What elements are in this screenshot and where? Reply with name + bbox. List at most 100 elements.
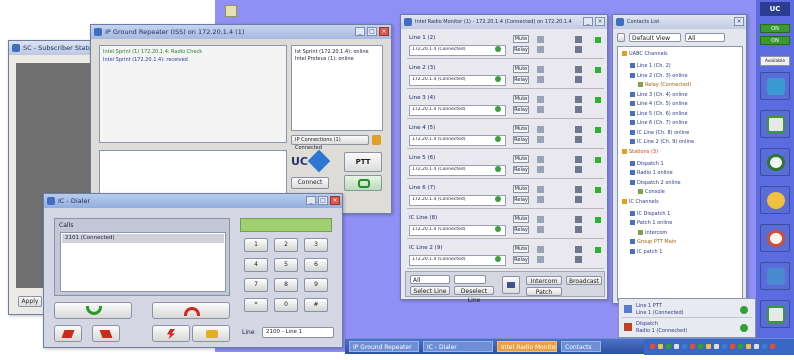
intercom-button[interactable]: Intercom <box>526 276 562 285</box>
line-row[interactable]: Line 3 (4) 172.20.1.4 (Connected) Mute Rela… <box>407 93 604 119</box>
tree-item[interactable]: Stations (3) <box>622 148 658 155</box>
hold-button[interactable] <box>92 325 120 342</box>
close-icon[interactable]: × <box>379 27 389 36</box>
speaker-icon[interactable] <box>537 196 544 203</box>
status-badge[interactable]: ON <box>760 36 790 45</box>
relay-button[interactable]: Relay <box>513 196 529 204</box>
keypad-key-8[interactable]: 8 <box>274 278 298 292</box>
line-detail-field[interactable]: 172.20.1.4 (Connected) <box>409 105 506 116</box>
patch-icon[interactable] <box>575 196 582 203</box>
mute-button[interactable]: Mute <box>513 245 529 253</box>
tray-icon[interactable] <box>722 344 727 349</box>
hangup-button[interactable] <box>152 302 230 319</box>
taskbar-item[interactable]: IP Ground Repeater <box>349 341 419 352</box>
speaker-icon[interactable] <box>537 136 544 143</box>
home-icon[interactable] <box>617 33 625 42</box>
line-row[interactable]: Line 4 (5) 172.20.1.4 (Connected) Mute Rela… <box>407 123 604 149</box>
select-line-button[interactable]: Select Line <box>410 286 450 295</box>
tray-icon[interactable] <box>738 344 743 349</box>
relay-button[interactable]: Relay <box>513 226 529 234</box>
taskbar-item[interactable]: Contacts <box>561 341 601 352</box>
keypad-key-1[interactable]: 1 <box>244 238 268 252</box>
select-icon[interactable] <box>575 186 582 193</box>
apply-button[interactable]: Apply <box>18 296 42 307</box>
contacts-window-title[interactable]: Contacts List <box>613 15 746 29</box>
tree-item[interactable]: IC Dispatch 1 <box>630 210 670 217</box>
broadcast-button[interactable]: Broadcast <box>566 276 602 285</box>
minimize-icon[interactable]: _ <box>306 196 316 205</box>
tree-item[interactable]: IC Line 2 (Ch. 9) online <box>630 139 694 145</box>
keypad-key-9[interactable]: 9 <box>304 278 328 292</box>
tree-item[interactable]: Radio 1 online <box>630 170 673 176</box>
select-icon[interactable] <box>575 156 582 163</box>
speaker-icon[interactable] <box>537 106 544 113</box>
tray-icon[interactable] <box>698 344 703 349</box>
tree-item[interactable]: Line 4 (Ch. 5) online <box>630 101 688 107</box>
line-row[interactable]: Line 1 (2) 172.20.1.4 (Connected) Mute Rela… <box>407 33 604 59</box>
maximize-icon[interactable]: □ <box>367 27 377 36</box>
line-detail-field[interactable]: 172.20.1.4 (Connected) <box>409 195 506 206</box>
taskbar-item[interactable]: IC - Dialer <box>423 341 493 352</box>
tree-item[interactable]: Patch 1 online <box>630 220 672 226</box>
mute-button[interactable]: Mute <box>513 185 529 193</box>
patch-icon[interactable] <box>575 226 582 233</box>
patch-text-button[interactable]: Patch <box>526 287 562 296</box>
conference-button[interactable] <box>192 325 230 342</box>
line-row[interactable]: Line 5 (6) 172.20.1.4 (Connected) Mute Rela… <box>407 153 604 179</box>
tree-item[interactable]: Line 3 (Ch. 4) online <box>630 91 688 98</box>
radio-monitor-title[interactable]: Intel Radio Monitor (1) - 172.20.1.4 (Co… <box>401 15 607 29</box>
taskbar-item-active[interactable]: Intel Radio Monitor <box>497 341 557 352</box>
select-icon[interactable] <box>575 246 582 253</box>
keypad-key-6[interactable]: 6 <box>304 258 328 272</box>
notification-item[interactable]: Line 1 PTT Line 1 (Connected) <box>622 302 752 318</box>
participant-list[interactable]: Ist Sprint (172.20.1.4): online Intel Pr… <box>291 45 383 131</box>
select-icon[interactable] <box>575 66 582 73</box>
tray-icon[interactable] <box>754 344 759 349</box>
ptt-button[interactable]: PTT <box>344 152 382 172</box>
keypad-key-star[interactable]: * <box>244 298 268 312</box>
close-icon[interactable]: × <box>595 17 605 26</box>
select-icon[interactable] <box>575 216 582 223</box>
tray-icon[interactable] <box>658 344 663 349</box>
speaker-icon[interactable] <box>537 46 544 53</box>
tree-item[interactable]: Dispatch 1 <box>630 160 664 167</box>
relay-button[interactable]: Relay <box>513 76 529 84</box>
tray-icon[interactable] <box>682 344 687 349</box>
transfer-button[interactable] <box>54 325 82 342</box>
volume-icon[interactable] <box>537 216 544 223</box>
tree-item[interactable]: Line 6 (Ch. 7) online <box>630 120 688 126</box>
keypad-key-2[interactable]: 2 <box>274 238 298 252</box>
line-detail-field[interactable]: 172.20.1.4 (Connected) <box>409 135 506 146</box>
volume-icon[interactable] <box>537 246 544 253</box>
line-row[interactable]: Line 6 (7) 172.20.1.4 (Connected) Mute Rela… <box>407 183 604 209</box>
mute-button[interactable]: Mute <box>513 215 529 223</box>
patch-icon[interactable] <box>575 76 582 83</box>
line-detail-field[interactable]: 172.20.1.4 (Connected) <box>409 225 506 236</box>
connect-button[interactable]: Connect <box>291 177 329 189</box>
keypad-key-3[interactable]: 3 <box>304 238 328 252</box>
volume-icon[interactable] <box>537 36 544 43</box>
tray-icon[interactable] <box>762 344 767 349</box>
patch-icon[interactable] <box>575 46 582 53</box>
close-icon[interactable]: × <box>734 17 744 26</box>
keypad-key-7[interactable]: 7 <box>244 278 268 292</box>
relay-button[interactable]: Relay <box>513 256 529 264</box>
sidebar-radio-button[interactable] <box>760 110 790 138</box>
tree-item[interactable]: Relay (Connected) <box>638 82 691 88</box>
sidebar-users-button[interactable] <box>760 186 790 214</box>
relay-button[interactable]: Relay <box>513 46 529 54</box>
volume-icon[interactable] <box>537 186 544 193</box>
relay-button[interactable]: Relay <box>513 106 529 114</box>
line-row[interactable]: IC Line (8) 172.20.1.4 (Connected) Mute Rel… <box>407 213 604 239</box>
notification-item[interactable]: Dispatch Radio 1 (Connected) <box>622 320 752 336</box>
mute-button[interactable]: Mute <box>513 35 529 43</box>
patch-icon[interactable] <box>575 106 582 113</box>
sidebar-phone-button[interactable] <box>760 148 790 176</box>
sidebar-contacts-button[interactable] <box>760 72 790 100</box>
tray-icon[interactable] <box>746 344 751 349</box>
filter-select[interactable]: All <box>685 33 725 42</box>
status-badge[interactable]: ON <box>760 24 790 33</box>
select-icon[interactable] <box>575 36 582 43</box>
contacts-tree[interactable]: (function(){ var c=document.currentScrip… <box>617 46 743 301</box>
mute-button[interactable]: Mute <box>513 155 529 163</box>
